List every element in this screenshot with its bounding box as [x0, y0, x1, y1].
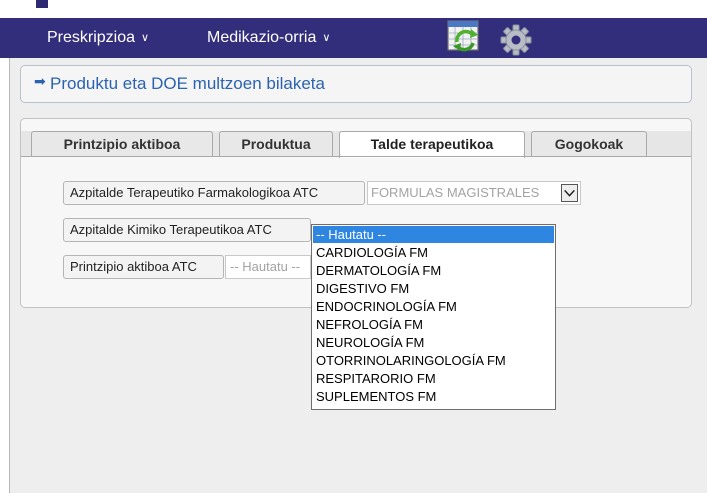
label-printzipio-aktiboa-atc: Printzipio aktiboa ATC — [63, 255, 224, 279]
dropdown-option[interactable]: SUPLEMENTOS FM — [313, 388, 554, 405]
menu-label: Preskripzioa — [47, 29, 136, 46]
arrow-right-icon: ➡ — [34, 74, 46, 90]
main-navbar: Preskripzioa ∨ Medikazio-orria ∨ — [0, 18, 707, 58]
select-value: FORMULAS MAGISTRALES — [371, 185, 540, 200]
page-title: Produktu eta DOE multzoen bilaketa — [50, 74, 325, 93]
label-azpitalde-terapeutiko: Azpitalde Terapeutiko Farmakologikoa ATC — [63, 181, 365, 205]
gear-icon[interactable] — [500, 24, 532, 56]
dropdown-option[interactable]: OTORRINOLARINGOLOGÍA FM — [313, 352, 554, 369]
chevron-down-icon: ∨ — [141, 32, 150, 44]
label-azpitalde-kimiko: Azpitalde Kimiko Terapeutikoa ATC — [63, 218, 311, 242]
title-panel: ➡ Produktu eta DOE multzoen bilaketa — [20, 65, 692, 103]
tab-produktua[interactable]: Produktua — [219, 131, 333, 157]
dropdown-option[interactable]: DERMATOLOGÍA FM — [313, 262, 554, 279]
menu-label: Medikazio-orria — [207, 29, 317, 46]
tab-printzipio-aktiboa[interactable]: Printzipio aktiboa — [31, 131, 213, 157]
chevron-down-icon: ∨ — [322, 32, 331, 44]
dropdown-option[interactable]: -- Hautatu -- — [313, 226, 554, 243]
menu-preskripzioa[interactable]: Preskripzioa ∨ — [47, 29, 149, 47]
dropdown-option[interactable]: ENDOCRINOLOGÍA FM — [313, 298, 554, 315]
logo-fragment — [36, 0, 48, 8]
tab-talde-terapeutikoa[interactable]: Talde terapeutikoa — [339, 131, 525, 158]
tab-divider — [21, 156, 691, 157]
dropdown-option[interactable]: NEUROLOGÍA FM — [313, 334, 554, 351]
tab-gogokoak[interactable]: Gogokoak — [531, 131, 647, 157]
dropdown-option[interactable]: RESPITARORIO FM — [313, 370, 554, 387]
select-printzipio-aktiboa-atc[interactable]: -- Hautatu -- — [225, 255, 311, 279]
dropdown-azpitalde-kimiko[interactable]: -- Hautatu -- CARDIOLOGÍA FM DERMATOLOGÍ… — [311, 224, 556, 410]
chevron-down-icon[interactable] — [561, 184, 578, 202]
dropdown-option[interactable]: DIGESTIVO FM — [313, 280, 554, 297]
dropdown-option[interactable]: CARDIOLOGÍA FM — [313, 244, 554, 261]
calendar-refresh-icon[interactable] — [447, 20, 481, 52]
select-value: -- Hautatu -- — [230, 259, 301, 274]
menu-medikazio-orria[interactable]: Medikazio-orria ∨ — [207, 29, 330, 47]
dropdown-option[interactable]: NEFROLOGÍA FM — [313, 316, 554, 333]
select-azpitalde-terapeutiko[interactable]: FORMULAS MAGISTRALES — [367, 181, 581, 205]
top-strip — [0, 0, 707, 18]
